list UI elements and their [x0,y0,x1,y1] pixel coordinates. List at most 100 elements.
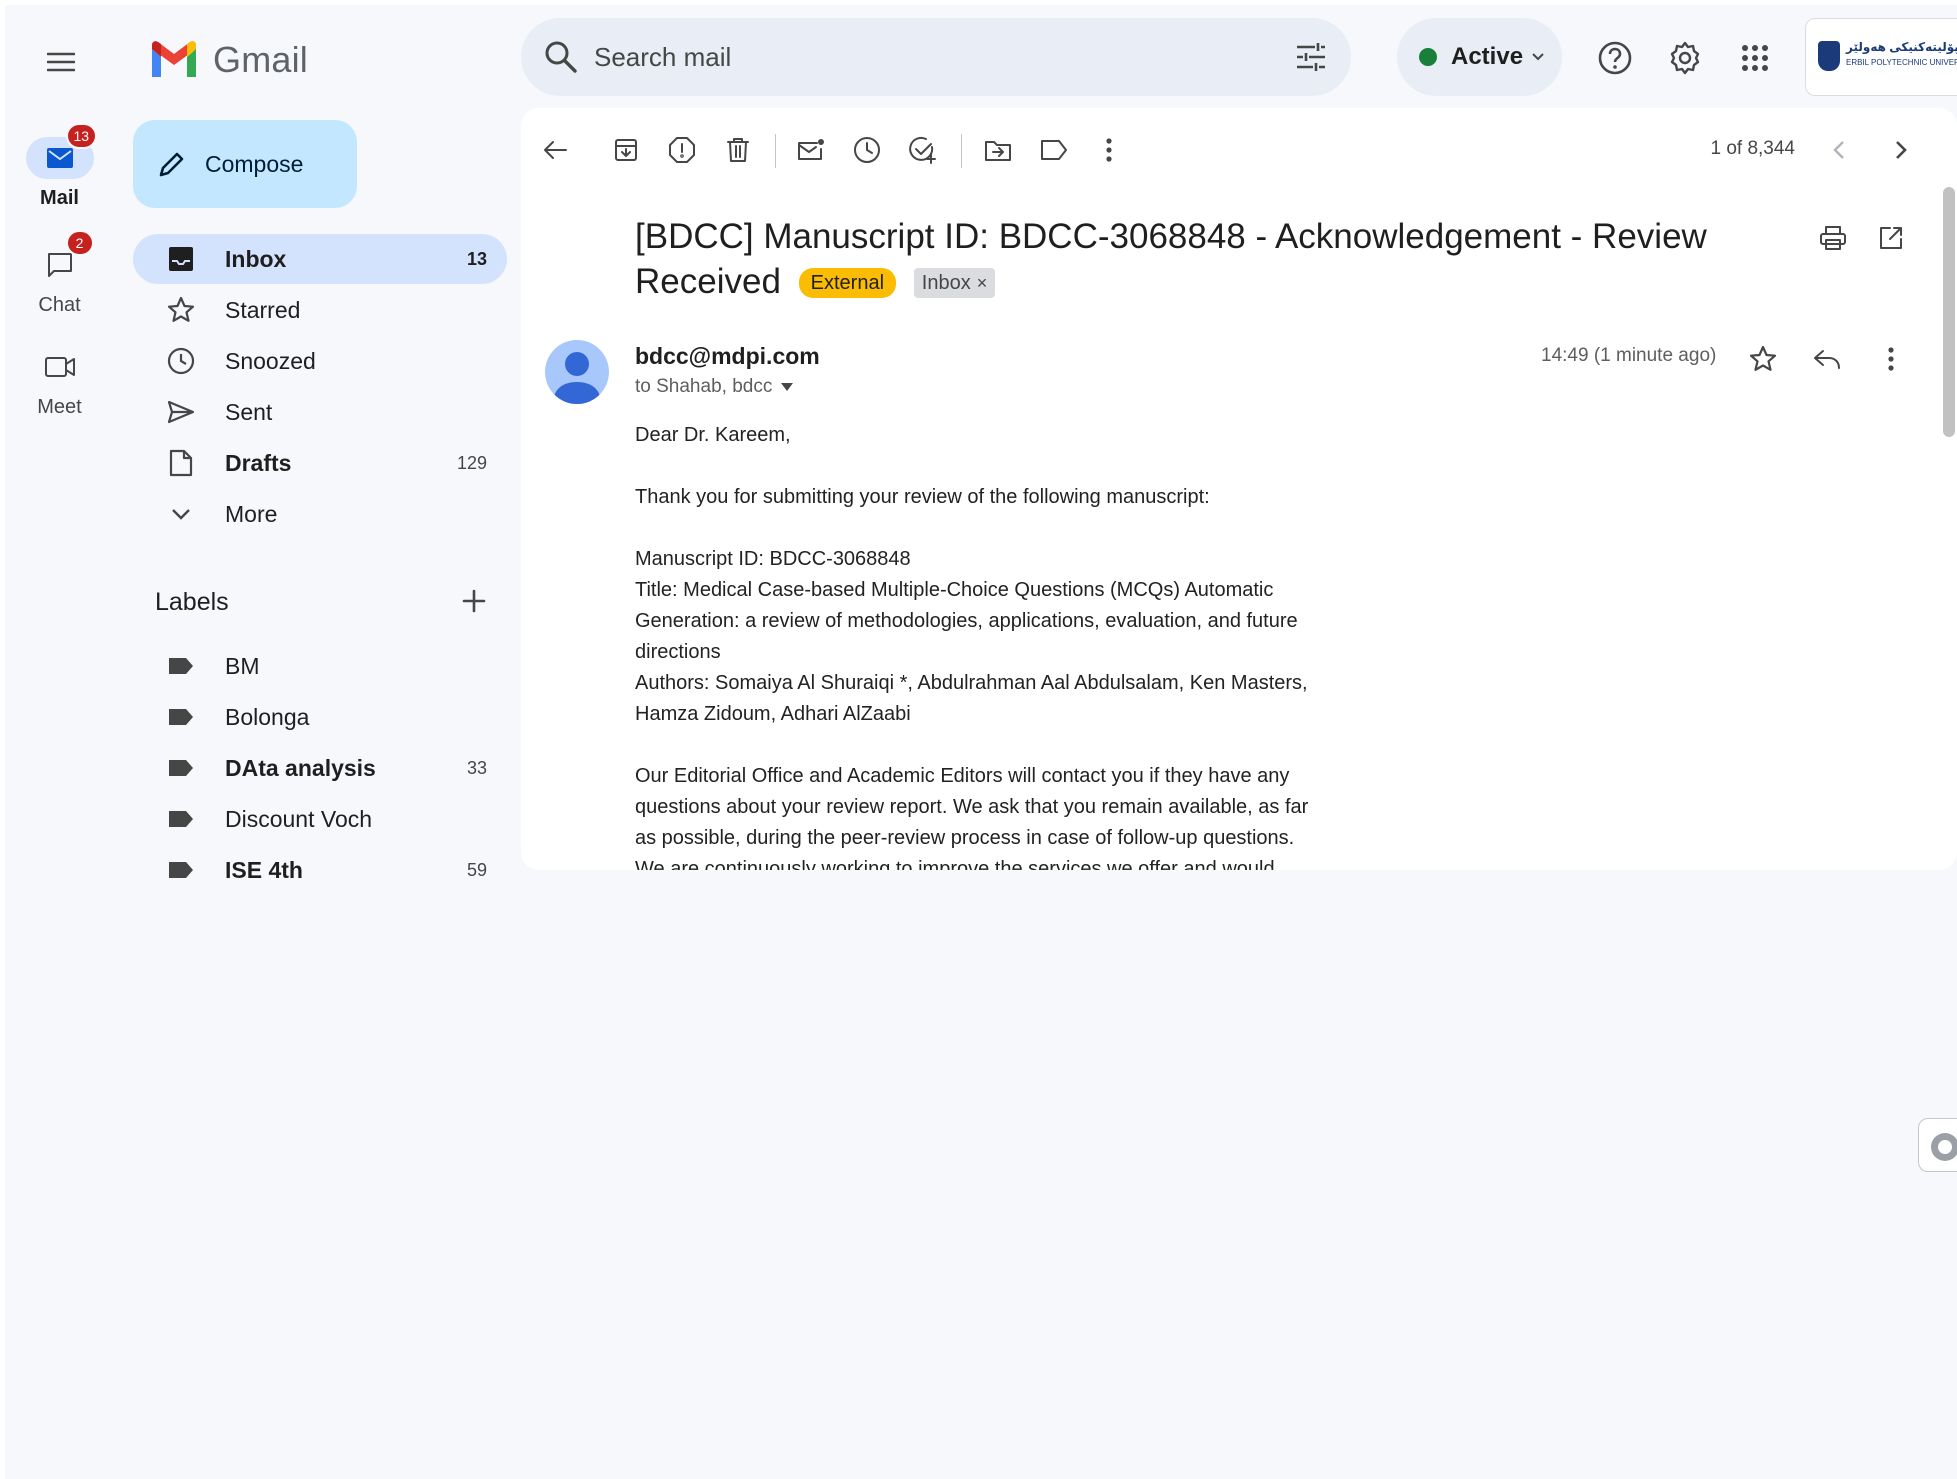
send-icon [161,400,201,424]
rail-label-meet: Meet [37,396,82,418]
chevron-left-icon[interactable] [1819,130,1859,170]
apps-grid-icon[interactable] [1735,38,1775,78]
sidebar-label: Starred [225,296,301,323]
body-greeting: Dear Dr. Kareem, [635,424,791,446]
label-tag-icon [161,656,201,676]
org-logo-arabic: زانکۆی پۆلیتەکنیکی هەولێر [1846,40,1957,54]
sidebar-label: Inbox [225,245,287,272]
sidebar-item-drafts[interactable]: Drafts 129 [133,438,507,488]
rail-item-mail[interactable]: 13 Mail [5,123,114,210]
rail-item-chat[interactable]: 2 Chat [5,230,114,317]
sidebar-count: 33 [466,757,487,778]
move-to-folder-icon[interactable] [978,130,1018,170]
delete-trash-icon[interactable] [718,130,758,170]
search-input[interactable]: Search mail [594,42,731,73]
more-vert-icon[interactable] [1089,130,1129,170]
star-icon [161,296,201,324]
message-timestamp: 14:49 (1 minute ago) [1541,345,1717,366]
search-icon[interactable] [543,39,579,75]
status-dot [1419,48,1437,66]
body-line: directions [635,641,721,663]
scrollbar-thumb[interactable] [1943,187,1955,437]
back-arrow-icon[interactable] [535,130,575,170]
sidebar-label: Sent [225,398,273,425]
search-options-icon[interactable] [1293,39,1329,75]
inbox-chip: Inbox × [913,268,996,298]
report-spam-icon[interactable] [662,130,702,170]
rail-item-meet[interactable]: Meet [5,346,114,419]
sidebar-count: 13 [466,248,487,269]
menu-icon [47,52,75,72]
search-bar[interactable]: Search mail [521,18,1351,96]
sender-email[interactable]: bdcc@mdpi.com [635,343,820,370]
sidebar-item-inbox[interactable]: Inbox 13 [133,234,507,284]
reply-icon[interactable] [1807,339,1847,379]
email-subject: [BDCC] Manuscript ID: BDCC-3068848 - Ack… [635,214,1755,304]
chevron-down-icon [161,507,201,521]
sidebar-item-starred[interactable]: Starred [133,285,507,335]
body-line: as possible, during the peer-review proc… [635,827,1295,849]
archive-icon[interactable] [606,130,646,170]
sidebar-label-ise-4th[interactable]: ISE 4th 59 [133,845,507,895]
label-icon[interactable] [1034,130,1074,170]
sidebar-label: BM [225,652,260,679]
star-icon[interactable] [1743,339,1783,379]
extension-icon [1931,1133,1957,1161]
subject-text: [BDCC] Manuscript ID: BDCC-3068848 - Ack… [635,217,1707,301]
chevron-right-icon[interactable] [1881,130,1921,170]
sidebar-label: ISE 4th [225,856,303,883]
pagination-count: 1 of 8,344 [1710,138,1795,159]
toolbar-divider [775,134,776,168]
reading-pane: 1 of 8,344 [BDCC] Manuscript ID: BDCC-30… [521,108,1957,870]
side-panel-toggle[interactable] [1918,1118,1957,1172]
print-icon[interactable] [1813,218,1853,258]
pencil-icon [159,152,184,177]
sidebar-label: Snoozed [225,347,316,374]
status-selector[interactable]: Active [1397,18,1562,96]
body-line: Authors: Somaiya Al Shuraiqi *, Abdulrah… [635,672,1308,694]
open-in-new-window-icon[interactable] [1871,218,1911,258]
remove-label-icon[interactable]: × [977,273,988,293]
sidebar-label-data-analysis[interactable]: DAta analysis 33 [133,743,507,793]
status-label: Active [1451,43,1524,70]
settings-gear-icon[interactable] [1665,38,1705,78]
body-line: Our Editorial Office and Academic Editor… [635,765,1290,787]
sidebar-item-sent[interactable]: Sent [133,387,507,437]
labels-heading: Labels [155,588,229,616]
main-menu-button[interactable] [39,40,83,84]
caret-down-icon[interactable] [780,382,794,392]
sidebar-label: Discount Voch [225,805,373,832]
mail-badge: 13 [65,123,98,149]
org-logo-english: ERBIL POLYTECHNIC UNIVERSITY [1846,58,1957,67]
gmail-logo[interactable]: Gmail [149,39,308,81]
snooze-clock-icon[interactable] [847,130,887,170]
reading-pane-scrollbar[interactable] [1941,187,1957,870]
sidebar-label: Drafts [225,449,292,476]
sidebar-item-snoozed[interactable]: Snoozed [133,336,507,386]
account-org-logo[interactable]: زانکۆی پۆلیتەکنیکی هەولێر ERBIL POLYTECH… [1805,18,1957,96]
body-paragraph: Our Editorial Office and Academic Editor… [635,761,1355,870]
mark-unread-icon[interactable] [791,130,831,170]
clock-icon [161,347,201,375]
compose-button[interactable]: Compose [133,120,357,208]
sidebar-label-bolonga[interactable]: Bolonga [133,692,507,742]
rail-label-mail: Mail [40,187,79,209]
sidebar-item-more[interactable]: More [133,489,507,539]
mail-icon: 13 [25,123,98,179]
recipients[interactable]: to Shahab, bdcc [635,376,794,398]
external-chip: External [798,268,897,298]
sidebar-label-bm[interactable]: BM [133,641,507,691]
sidebar-label-discount-voch[interactable]: Discount Voch [133,794,507,844]
sidebar-label: More [225,500,278,527]
add-label-icon[interactable] [460,587,488,615]
message-more-icon[interactable] [1871,339,1911,379]
label-tag-icon [161,707,201,727]
help-icon[interactable] [1595,38,1635,78]
add-to-tasks-icon[interactable] [903,130,943,170]
sidebar-count: 59 [466,859,487,880]
sidebar-count: 129 [456,452,487,473]
body-line: Manuscript ID: BDCC-3068848 [635,548,911,570]
video-icon [26,346,94,388]
recipients-text: to Shahab, bdcc [635,376,773,397]
body-line: Title: Medical Case-based Multiple-Choic… [635,579,1274,601]
